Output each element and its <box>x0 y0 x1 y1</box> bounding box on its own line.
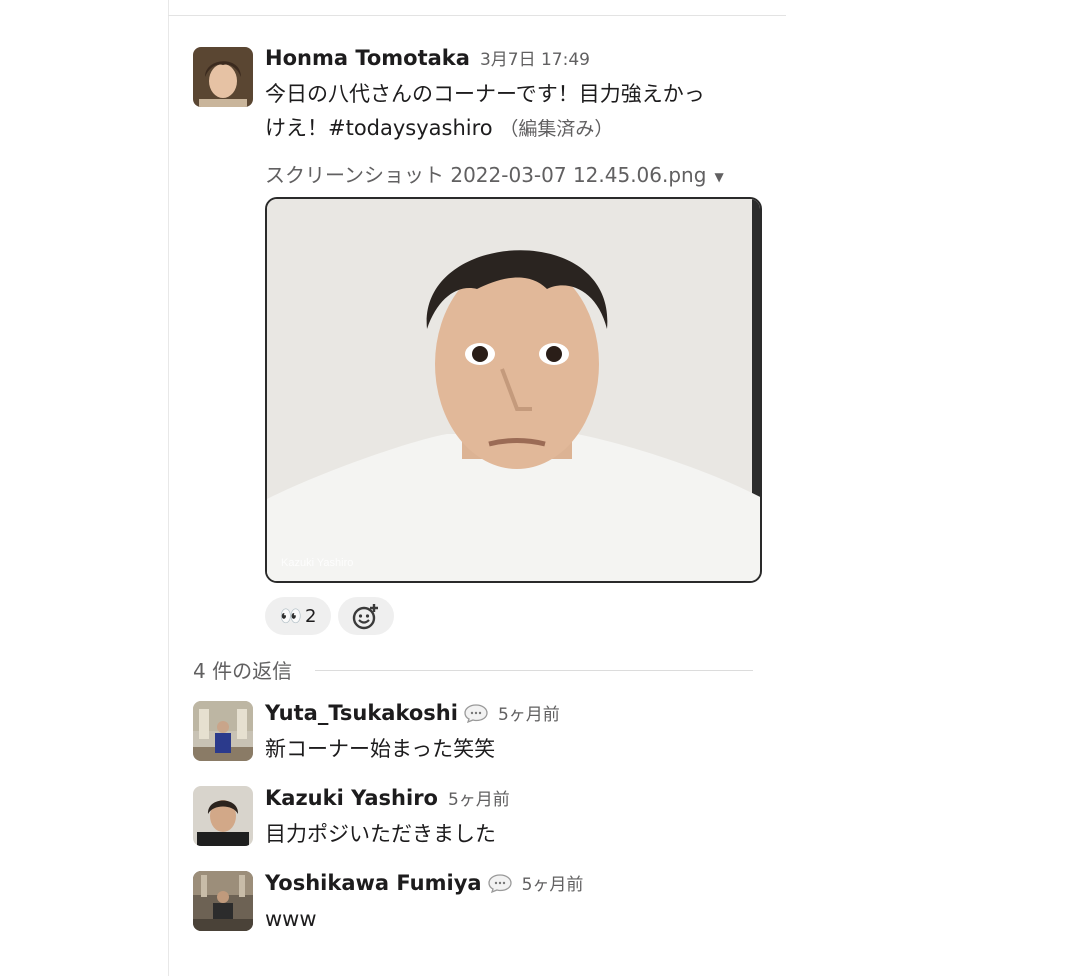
avatar[interactable] <box>193 701 253 761</box>
attachment-caption: Kazuki Yashiro <box>281 557 354 569</box>
avatar[interactable] <box>193 871 253 931</box>
reply-header: Kazuki Yashiro 5ヶ月前 <box>265 785 510 811</box>
author-name[interactable]: Honma Tomotaka <box>265 46 470 70</box>
attachment-image[interactable]: Kazuki Yashiro <box>265 197 762 583</box>
avatar-image <box>193 871 253 931</box>
message-line-1: 今日の八代さんのコーナーです！目力強えかっ <box>265 82 705 106</box>
attachment-filename[interactable]: スクリーンショット 2022-03-07 12.45.06.png ▼ <box>265 159 724 188</box>
author-name[interactable]: Yoshikawa Fumiya <box>265 871 482 895</box>
edited-label: （編集済み） <box>499 118 614 140</box>
avatar[interactable] <box>193 786 253 846</box>
reply-count[interactable]: 4 件の返信 <box>193 655 292 684</box>
message-line-2: けえ！#todaysyashiro （編集済み） <box>265 111 765 146</box>
caret-down-icon[interactable]: ▼ <box>714 170 723 184</box>
avatar[interactable] <box>193 47 253 107</box>
reply-header: Yoshikawa Fumiya 5ヶ月前 <box>265 870 584 896</box>
reply-text: 新コーナー始まった笑笑 <box>265 737 496 761</box>
avatar-image <box>193 701 253 761</box>
add-reaction-button[interactable] <box>338 597 394 635</box>
avatar-image <box>193 786 253 846</box>
author-name[interactable]: Kazuki Yashiro <box>265 786 438 810</box>
replies-divider <box>315 670 753 671</box>
timestamp[interactable]: 5ヶ月前 <box>498 700 560 725</box>
left-border <box>168 0 169 976</box>
message-line-2-text: けえ！#todaysyashiro <box>265 116 493 140</box>
message-header: Honma Tomotaka 3月7日 17:49 <box>265 45 590 70</box>
timestamp[interactable]: 5ヶ月前 <box>448 785 510 810</box>
author-name[interactable]: Yuta_Tsukakoshi <box>265 701 458 725</box>
speech-bubble-icon <box>487 873 512 893</box>
timestamp[interactable]: 5ヶ月前 <box>522 870 584 895</box>
attachment-photo <box>267 199 760 581</box>
top-divider <box>168 15 786 16</box>
message-text: 今日の八代さんのコーナーです！目力強えかっ けえ！#todaysyashiro … <box>265 77 765 146</box>
add-reaction-icon <box>352 604 378 630</box>
timestamp[interactable]: 3月7日 17:49 <box>480 50 590 70</box>
reaction-count: 2 <box>304 605 317 627</box>
reply-text: www <box>265 907 317 931</box>
attachment-name: スクリーンショット 2022-03-07 12.45.06.png <box>265 163 707 187</box>
reaction-eyes[interactable]: 👀 2 <box>265 597 331 635</box>
reply-header: Yuta_Tsukakoshi 5ヶ月前 <box>265 700 560 726</box>
speech-bubble-icon <box>464 703 488 723</box>
reply-text: 目力ポジいただきました <box>265 822 496 846</box>
eyes-emoji: 👀 <box>279 605 302 627</box>
avatar-image <box>193 47 253 107</box>
